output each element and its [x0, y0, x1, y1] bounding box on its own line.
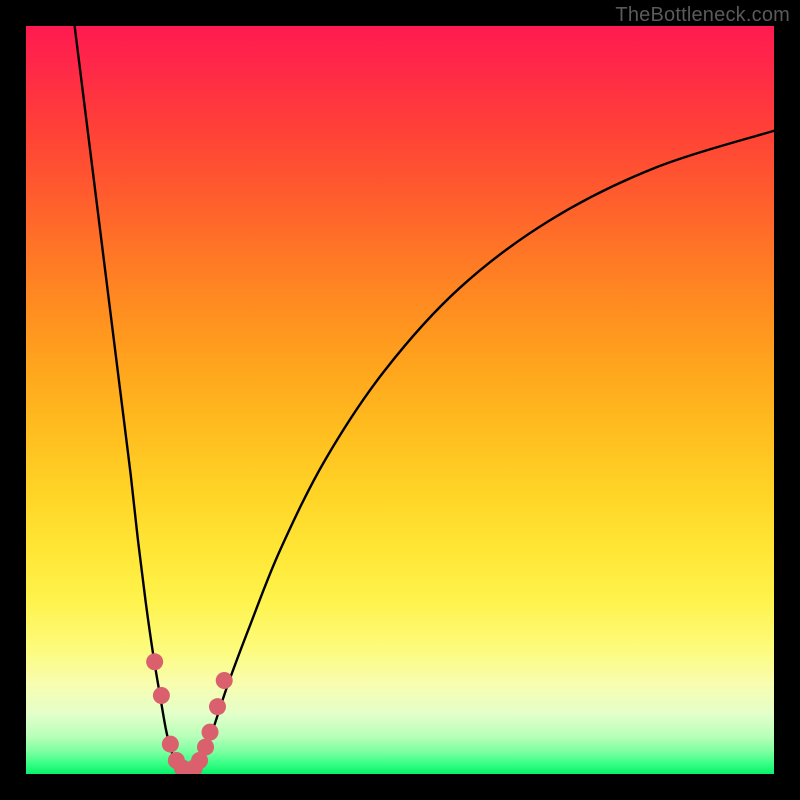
- highlighted-point: [197, 739, 214, 756]
- highlighted-point: [162, 736, 179, 753]
- highlighted-point: [209, 698, 226, 715]
- bottleneck-curve: [75, 26, 774, 772]
- chart-frame: TheBottleneck.com: [0, 0, 800, 800]
- chart-svg: [26, 26, 774, 774]
- plot-area: [26, 26, 774, 774]
- highlighted-point: [202, 724, 219, 741]
- highlighted-point: [216, 672, 233, 689]
- highlighted-point: [153, 687, 170, 704]
- watermark-text: TheBottleneck.com: [615, 4, 790, 27]
- curve-right-branch: [200, 131, 774, 763]
- highlighted-point: [146, 653, 163, 670]
- highlighted-points-group: [146, 653, 233, 774]
- curve-left-branch: [75, 26, 176, 763]
